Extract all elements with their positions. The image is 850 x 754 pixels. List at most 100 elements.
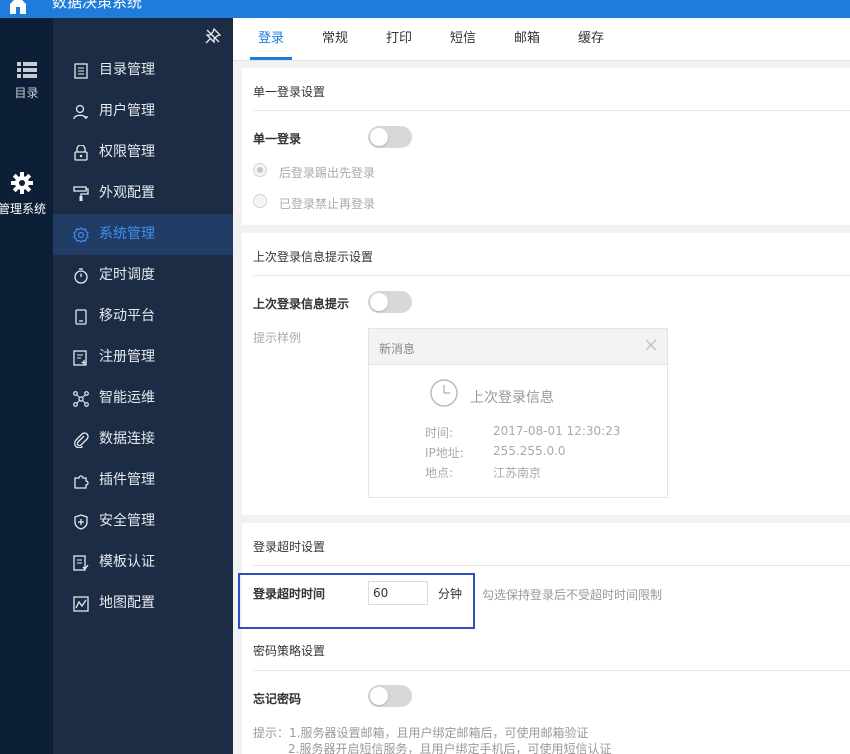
sidebar-item-label: 外观配置 <box>99 185 155 201</box>
clock-icon <box>430 379 458 407</box>
timeout-panel: 登录超时设置 登录超时时间 60 分钟 勾选保持登录后不受超时时间限制 <box>242 523 850 630</box>
sidebar-item-catalog[interactable]: 目录管理 <box>53 50 233 91</box>
last-login-panel: 上次登录信息提示设置 上次登录信息提示 提示样例 新消息 上次登录信息 时间: … <box>242 233 850 515</box>
home-icon[interactable] <box>8 0 28 14</box>
notice-preview: 新消息 上次登录信息 时间: 2017-08-01 12:30:23 IP地址:… <box>368 328 668 498</box>
mobile-icon <box>75 309 87 325</box>
sidebar-item-security[interactable]: 安全管理 <box>53 501 233 542</box>
section-title: 上次登录信息提示设置 <box>253 250 374 264</box>
timeout-hint: 勾选保持登录后不受超时时间限制 <box>482 588 663 602</box>
password-panel: 密码策略设置 忘记密码 提示：1.服务器设置邮箱，且用户绑定邮箱后，可使用邮箱验… <box>242 630 850 754</box>
password-tip-line-2: 2.服务器开启短信服务，且用户绑定手机后，可使用短信认证 <box>288 742 612 754</box>
sidebar-item-label: 权限管理 <box>99 144 155 160</box>
unpin-icon[interactable] <box>205 28 221 44</box>
lock-icon <box>74 145 88 161</box>
section-title: 单一登录设置 <box>253 85 326 99</box>
puzzle-icon <box>74 475 89 489</box>
tab-cache[interactable]: 缓存 <box>578 18 604 60</box>
sidebar-item-label: 模板认证 <box>99 554 155 570</box>
single-login-toggle[interactable] <box>368 126 412 148</box>
sidebar-item-label: 系统管理 <box>99 226 155 242</box>
list-icon <box>16 62 37 78</box>
sidebar-item-system[interactable]: 系统管理 <box>53 214 233 255</box>
sidebar-item-ops[interactable]: 智能运维 <box>53 378 233 419</box>
sidebar-item-users[interactable]: 用户管理 <box>53 91 233 132</box>
sidebar-item-label: 智能运维 <box>99 390 155 406</box>
map-icon <box>73 596 89 612</box>
timeout-label: 登录超时时间 <box>253 587 326 601</box>
sidebar-item-appearance[interactable]: 外观配置 <box>53 173 233 214</box>
time-key: 时间: <box>425 426 454 440</box>
app-title: 数据决策系统 <box>52 0 143 11</box>
location-value: 江苏南京 <box>493 466 542 480</box>
sidebar-item-label: 安全管理 <box>99 513 155 529</box>
notice-text: 上次登录信息 <box>470 390 554 406</box>
location-key: 地点: <box>425 466 454 480</box>
tab-login[interactable]: 登录 <box>249 18 293 60</box>
password-tip-line-1: 提示：1.服务器设置邮箱，且用户绑定邮箱后，可使用邮箱验证 <box>253 726 589 740</box>
sidebar-item-label: 地图配置 <box>99 595 155 611</box>
sidebar-item-schedule[interactable]: 定时调度 <box>53 255 233 296</box>
divider <box>253 670 850 671</box>
catalog-icon <box>74 63 88 79</box>
kick-previous-label: 后登录踢出先登录 <box>279 166 376 180</box>
tab-sms[interactable]: 短信 <box>450 18 476 60</box>
sidebar-item-mobile[interactable]: 移动平台 <box>53 296 233 337</box>
ip-key: IP地址: <box>425 446 464 460</box>
tab-email[interactable]: 邮箱 <box>514 18 540 60</box>
tab-general[interactable]: 常规 <box>322 18 348 60</box>
single-login-label: 单一登录 <box>253 132 302 146</box>
strip-item-label: 管理系统 <box>0 202 46 216</box>
strip-item-management[interactable]: 管理系统 <box>0 172 53 217</box>
forbid-relogin-radio[interactable] <box>253 194 267 208</box>
main-content: 登录 常规 打印 短信 邮箱 缓存 单一登录设置 单一登录 后登录踢出先登录 已… <box>233 18 850 754</box>
template-icon <box>73 555 89 571</box>
tab-print[interactable]: 打印 <box>386 18 412 60</box>
section-title: 密码策略设置 <box>253 644 326 658</box>
section-title: 登录超时设置 <box>253 540 326 554</box>
forget-password-label: 忘记密码 <box>253 692 302 706</box>
sidebar-item-label: 注册管理 <box>99 349 155 365</box>
time-value: 2017-08-01 12:30:23 <box>493 424 621 438</box>
last-login-label: 上次登录信息提示 <box>253 297 350 311</box>
divider <box>253 110 850 111</box>
sidebar-nav: 目录管理 用户管理 权限管理 外观配置 系统管理 定时调度 移动平台 注册管理 <box>53 50 233 624</box>
sidebar-item-label: 目录管理 <box>99 62 155 78</box>
divider <box>253 565 850 566</box>
sidebar-item-map[interactable]: 地图配置 <box>53 583 233 624</box>
paint-roller-icon <box>73 186 89 201</box>
strip-item-label: 目录 <box>14 86 39 100</box>
sidebar-item-data-connection[interactable]: 数据连接 <box>53 419 233 460</box>
gear-icon <box>11 172 33 194</box>
last-login-toggle[interactable] <box>368 291 412 313</box>
tab-bar: 登录 常规 打印 短信 邮箱 缓存 <box>233 18 850 61</box>
sidebar-item-label: 用户管理 <box>99 103 155 119</box>
sidebar-item-label: 数据连接 <box>99 431 155 447</box>
forbid-relogin-label: 已登录禁止再登录 <box>279 197 376 211</box>
ip-value: 255.255.0.0 <box>493 444 566 458</box>
timer-icon <box>74 268 88 284</box>
sidebar-item-template-auth[interactable]: 模板认证 <box>53 542 233 583</box>
sidebar-item-label: 移动平台 <box>99 308 155 324</box>
sidebar-item-plugins[interactable]: 插件管理 <box>53 460 233 501</box>
divider <box>253 275 850 276</box>
timeout-input[interactable]: 60 <box>368 581 428 605</box>
notice-title: 新消息 <box>379 342 416 356</box>
close-icon <box>645 339 657 351</box>
sidebar-item-permissions[interactable]: 权限管理 <box>53 132 233 173</box>
sample-label: 提示样例 <box>253 331 302 345</box>
user-icon <box>73 104 88 120</box>
settings-icon <box>73 227 89 243</box>
kick-previous-radio[interactable] <box>253 163 267 177</box>
strip-item-catalog[interactable]: 目录 <box>0 62 53 101</box>
sidebar-item-label: 定时调度 <box>99 267 155 283</box>
sidebar-item-register[interactable]: 注册管理 <box>53 337 233 378</box>
sidebar: 目录管理 用户管理 权限管理 外观配置 系统管理 定时调度 移动平台 注册管理 <box>53 18 239 754</box>
top-header: 数据决策系统 <box>0 0 850 18</box>
network-icon <box>73 391 89 407</box>
forget-password-toggle[interactable] <box>368 685 412 707</box>
notice-header: 新消息 <box>369 329 667 365</box>
paperclip-icon <box>74 432 89 448</box>
register-icon <box>73 350 87 366</box>
single-login-panel: 单一登录设置 单一登录 后登录踢出先登录 已登录禁止再登录 <box>242 68 850 225</box>
